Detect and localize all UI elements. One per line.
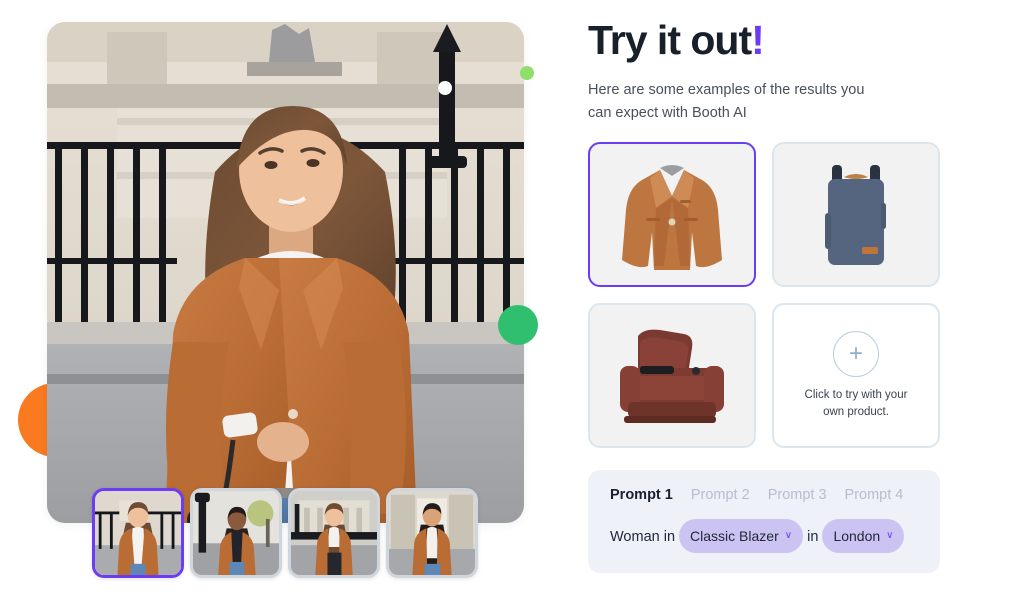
backpack-icon xyxy=(825,164,886,265)
thumbnail-1-image xyxy=(95,491,181,575)
prompt-sentence: Woman in Classic Blazer ∨ in London ∨ xyxy=(610,519,918,554)
product-card-grid: + Click to try with your own product. xyxy=(588,142,1024,449)
page-root: Try it out! Here are some examples of th… xyxy=(0,0,1024,601)
tab-prompt-2[interactable]: Prompt 2 xyxy=(691,487,750,503)
thumbnail-4[interactable] xyxy=(386,488,478,578)
product-card-classic-blazer[interactable] xyxy=(588,142,756,288)
hero-illustration xyxy=(47,22,524,523)
chevron-down-icon: ∨ xyxy=(784,530,793,542)
showcase-area xyxy=(0,0,560,601)
prompt-tabs: Prompt 1 Prompt 2 Prompt 3 Prompt 4 xyxy=(610,487,918,503)
thumbnail-3[interactable] xyxy=(288,488,380,578)
hero-result-image[interactable] xyxy=(47,22,524,523)
prompt-text-before: Woman in xyxy=(610,529,676,546)
thumbnail-2-image xyxy=(193,491,279,575)
page-title-exclamation: ! xyxy=(751,17,765,63)
blazer-icon xyxy=(622,164,722,270)
add-own-product-label: Click to try with your own product. xyxy=(804,388,908,418)
product-dropdown-pill[interactable]: Classic Blazer ∨ xyxy=(679,519,804,554)
thumbnail-2[interactable] xyxy=(190,488,282,578)
plus-icon: + xyxy=(833,330,879,377)
result-thumbnail-strip xyxy=(92,488,478,578)
page-title: Try it out! xyxy=(588,17,1024,63)
thumbnail-4-image xyxy=(389,491,475,575)
tab-prompt-3[interactable]: Prompt 3 xyxy=(768,487,827,503)
try-it-out-panel: Try it out! Here are some examples of th… xyxy=(588,0,1024,601)
decorative-white-dot xyxy=(438,81,452,95)
thumbnail-3-image xyxy=(291,491,377,575)
prompt-text-middle: in xyxy=(807,529,819,546)
location-dropdown-label: London xyxy=(833,528,881,545)
decorative-green-circle xyxy=(498,305,538,345)
tab-prompt-4[interactable]: Prompt 4 xyxy=(845,487,904,503)
product-card-recliner[interactable] xyxy=(588,303,756,449)
location-dropdown-pill[interactable]: London ∨ xyxy=(822,519,905,554)
prompt-panel: Prompt 1 Prompt 2 Prompt 3 Prompt 4 Woma… xyxy=(588,470,940,574)
thumbnail-1[interactable] xyxy=(92,488,184,578)
page-title-text: Try it out xyxy=(588,17,752,63)
recliner-icon xyxy=(620,329,724,423)
tab-prompt-1[interactable]: Prompt 1 xyxy=(610,487,673,503)
page-subtitle: Here are some examples of the results yo… xyxy=(588,82,865,121)
add-own-product-card[interactable]: + Click to try with your own product. xyxy=(772,303,940,449)
chevron-down-icon: ∨ xyxy=(886,530,894,542)
plus-glyph: + xyxy=(848,339,863,367)
product-dropdown-label: Classic Blazer xyxy=(690,528,779,545)
product-card-backpack[interactable] xyxy=(772,142,940,288)
decorative-green-dot xyxy=(520,66,534,80)
